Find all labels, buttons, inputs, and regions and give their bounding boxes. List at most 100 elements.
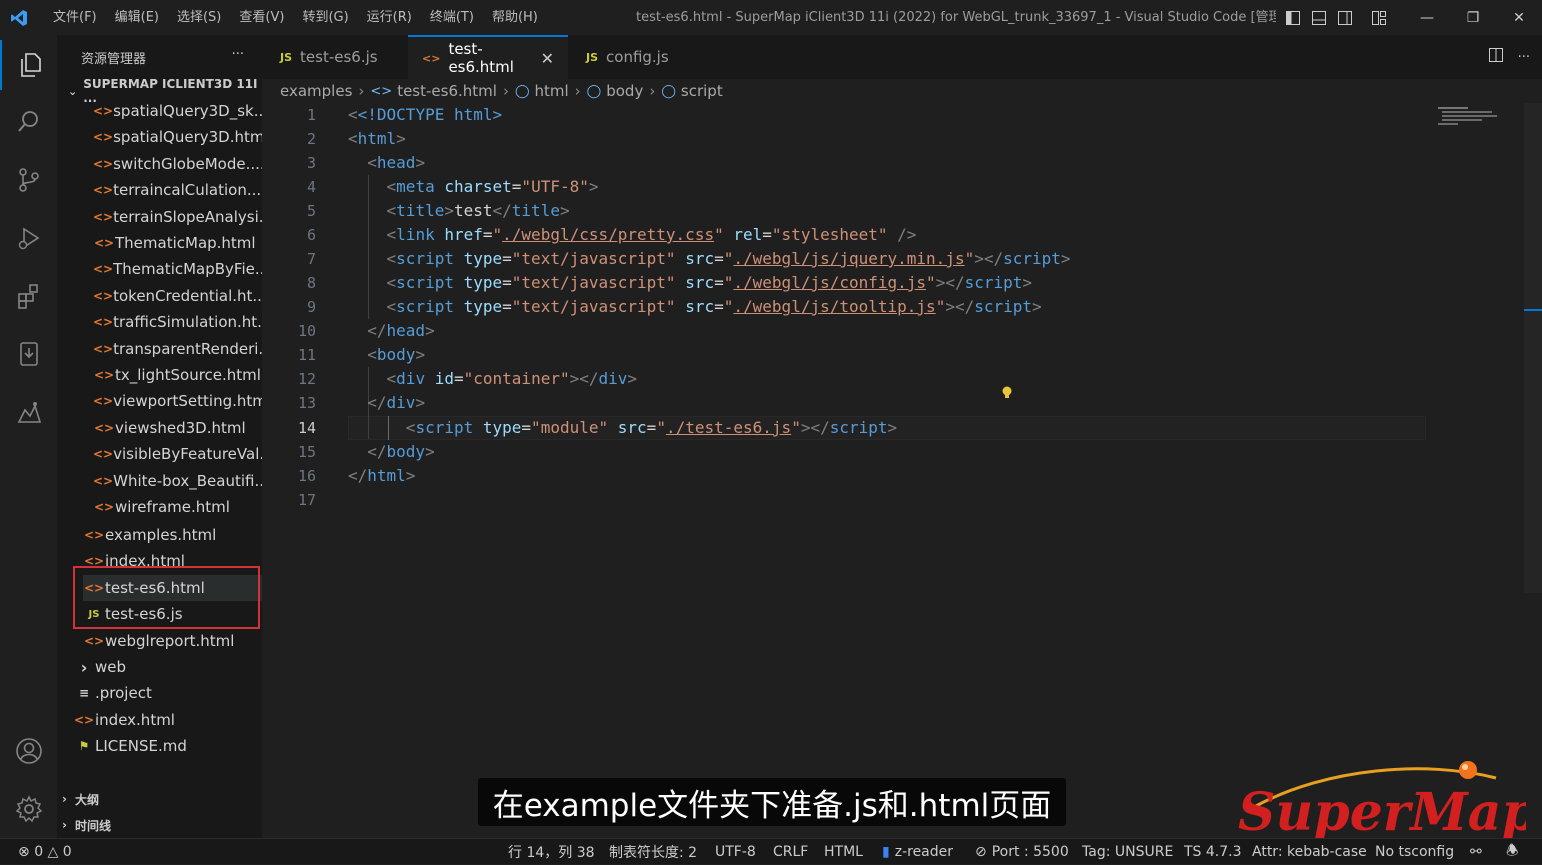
file-name: ThematicMapByFie... xyxy=(113,260,262,279)
menu-view[interactable]: 查看(V) xyxy=(230,0,293,35)
tab-test-es6-js[interactable]: JS test-es6.js xyxy=(266,35,406,79)
file-tree-item[interactable]: <> webglreport.html xyxy=(83,628,262,654)
file-tree-item[interactable]: <> index.html xyxy=(73,707,262,733)
encoding[interactable]: UTF-8 xyxy=(715,839,756,865)
menu-go[interactable]: 转到(G) xyxy=(293,0,357,35)
menu-edit[interactable]: 编辑(E) xyxy=(106,0,168,35)
run-debug-icon[interactable] xyxy=(0,213,57,263)
live-server-port[interactable]: ⊘ Port : 5500 xyxy=(975,839,1069,865)
search-icon[interactable] xyxy=(0,97,57,147)
scrollbar-cursor-marker xyxy=(1524,309,1542,311)
file-tree-item[interactable]: <> tokenCredential.ht... xyxy=(93,283,262,309)
restore-icon[interactable]: ❐ xyxy=(1450,0,1496,35)
problems-indicator[interactable]: ⊗ 0 △ 0 xyxy=(18,839,72,865)
file-tree-item[interactable]: <> spatialQuery3D_sk... xyxy=(93,98,262,124)
file-tree-item[interactable]: <> White-box_Beautifi... xyxy=(93,468,262,494)
element-cube-icon: ◯ xyxy=(514,83,530,99)
more-editor-actions-icon[interactable]: ··· xyxy=(1518,50,1530,65)
breadcrumb-html[interactable]: html xyxy=(535,82,569,100)
breadcrumb-script[interactable]: script xyxy=(681,82,723,100)
tag-status[interactable]: Tag: UNSURE xyxy=(1082,839,1173,865)
file-tree-item[interactable]: <> ThematicMapByFie... xyxy=(93,256,262,282)
tab-size[interactable]: 制表符长度: 2 xyxy=(609,839,697,865)
file-tree-item[interactable]: <> examples.html xyxy=(83,522,262,548)
minimize-icon[interactable]: — xyxy=(1404,0,1450,35)
line-number: 16 xyxy=(297,467,316,485)
file-tree-item[interactable]: <> terraincalCulation.... xyxy=(93,177,262,203)
chevron-right-icon: › xyxy=(62,818,67,832)
file-tree-item[interactable]: <> terrainSlopeAnalysi... xyxy=(93,204,262,230)
file-tree-item[interactable]: <> viewshed3D.html xyxy=(93,415,262,441)
explorer-icon[interactable] xyxy=(0,40,59,90)
more-actions-icon[interactable]: ··· xyxy=(232,47,244,62)
jquery-src-link[interactable]: ./webgl/js/jquery.min.js xyxy=(733,249,964,268)
code-editor[interactable]: 1 2 3 4 5 6 7 8 9 10 11 12 13 14 15 16 17 <<!DOCTYPE htm… xyxy=(262,103,1542,838)
file-tree-item[interactable]: <> transparentRenderi... xyxy=(93,336,262,362)
html-file-icon: <> xyxy=(93,341,114,356)
split-editor-icon[interactable] xyxy=(1488,47,1504,67)
menu-terminal[interactable]: 终端(T) xyxy=(421,0,483,35)
breadcrumb-body[interactable]: body xyxy=(606,82,643,100)
chevron-right-icon: › xyxy=(574,82,581,100)
close-window-icon[interactable]: ✕ xyxy=(1496,0,1542,35)
toggle-sidebar-icon[interactable] xyxy=(1280,0,1306,35)
tooltip-src-link[interactable]: ./webgl/js/tooltip.js xyxy=(733,297,935,316)
ts-version[interactable]: TS 4.7.3 xyxy=(1184,839,1242,865)
account-icon[interactable] xyxy=(0,726,57,776)
logo-wordmark: SuperMap xyxy=(1238,782,1526,838)
editor-actions: ··· xyxy=(1488,35,1530,79)
extensions-icon[interactable] xyxy=(0,271,57,321)
file-tree-item[interactable]: ⚑ LICENSE.md xyxy=(73,733,262,759)
close-tab-icon[interactable]: ✕ xyxy=(541,49,554,68)
file-name: LICENSE.md xyxy=(95,737,187,756)
accounts-icon[interactable]: ⚯ xyxy=(1470,839,1482,865)
language-mode[interactable]: HTML xyxy=(824,839,863,865)
settings-gear-icon[interactable] xyxy=(0,784,57,834)
file-tree-item[interactable]: <> spatialQuery3D.html xyxy=(93,124,262,150)
file-tree-item[interactable]: <> ThematicMap.html xyxy=(93,230,262,256)
tsconfig-status[interactable]: No tsconfig xyxy=(1375,839,1454,865)
breadcrumb-file[interactable]: test-es6.html xyxy=(397,82,497,100)
notifications-bell-icon[interactable]: 🕭 xyxy=(1506,839,1519,865)
tab-config-js[interactable]: JS config.js xyxy=(572,35,702,79)
attr-case[interactable]: Attr: kebab-case xyxy=(1252,839,1367,865)
warning-count: 0 xyxy=(62,844,72,860)
menu-file[interactable]: 文件(F) xyxy=(44,0,106,35)
line-number: 9 xyxy=(306,298,316,316)
file-tree-item[interactable]: › web xyxy=(73,654,262,680)
file-tree-item[interactable]: <> wireframe.html xyxy=(93,494,262,520)
css-href-link[interactable]: ./webgl/css/pretty.css xyxy=(502,225,714,244)
vertical-scrollbar[interactable] xyxy=(1524,103,1542,593)
menu-selection[interactable]: 选择(S) xyxy=(168,0,230,35)
html-file-icon: <> xyxy=(93,315,114,330)
file-tree-item[interactable]: <> viewportSetting.html xyxy=(93,388,262,414)
toggle-panel-icon[interactable] xyxy=(1306,0,1332,35)
breadcrumb-folder[interactable]: examples xyxy=(280,82,352,100)
remote-explorer-icon[interactable] xyxy=(0,329,57,379)
file-tree-item[interactable]: <> visibleByFeatureVal... xyxy=(93,441,262,467)
file-tree-item[interactable]: ≡ .project xyxy=(73,680,262,706)
minimap[interactable] xyxy=(1434,103,1524,133)
file-tree-item[interactable]: <> trafficSimulation.ht... xyxy=(93,309,262,335)
toggle-secondary-sidebar-icon[interactable] xyxy=(1332,0,1358,35)
file-tree-item[interactable]: <> switchGlobeMode.... xyxy=(93,151,262,177)
cursor-position[interactable]: 行 14，列 38 xyxy=(508,839,595,865)
supermap-tools-icon[interactable] xyxy=(0,387,57,437)
tab-test-es6-html[interactable]: <> test-es6.html ✕ xyxy=(408,35,568,79)
lightbulb-icon[interactable] xyxy=(1000,385,1014,399)
source-control-icon[interactable] xyxy=(0,155,57,205)
html-file-icon: <> xyxy=(422,51,441,65)
timeline-section[interactable]: › 时间线 xyxy=(62,813,111,837)
customize-layout-icon[interactable] xyxy=(1366,0,1392,35)
menu-run[interactable]: 运行(R) xyxy=(358,0,421,35)
line-ending[interactable]: CRLF xyxy=(773,839,808,865)
line-number: 6 xyxy=(306,226,316,244)
config-src-link[interactable]: ./webgl/js/config.js xyxy=(733,273,926,292)
code-line-16: </html> xyxy=(348,466,416,485)
html-file-icon: <> xyxy=(93,104,114,118)
outline-section[interactable]: › 大纲 xyxy=(62,787,99,811)
module-src-link[interactable]: ./test-es6.js xyxy=(666,418,791,437)
menu-help[interactable]: 帮助(H) xyxy=(483,0,547,35)
file-tree-item[interactable]: <> tx_lightSource.html xyxy=(93,362,262,388)
z-reader-item[interactable]: ▮ z-reader xyxy=(882,839,953,865)
